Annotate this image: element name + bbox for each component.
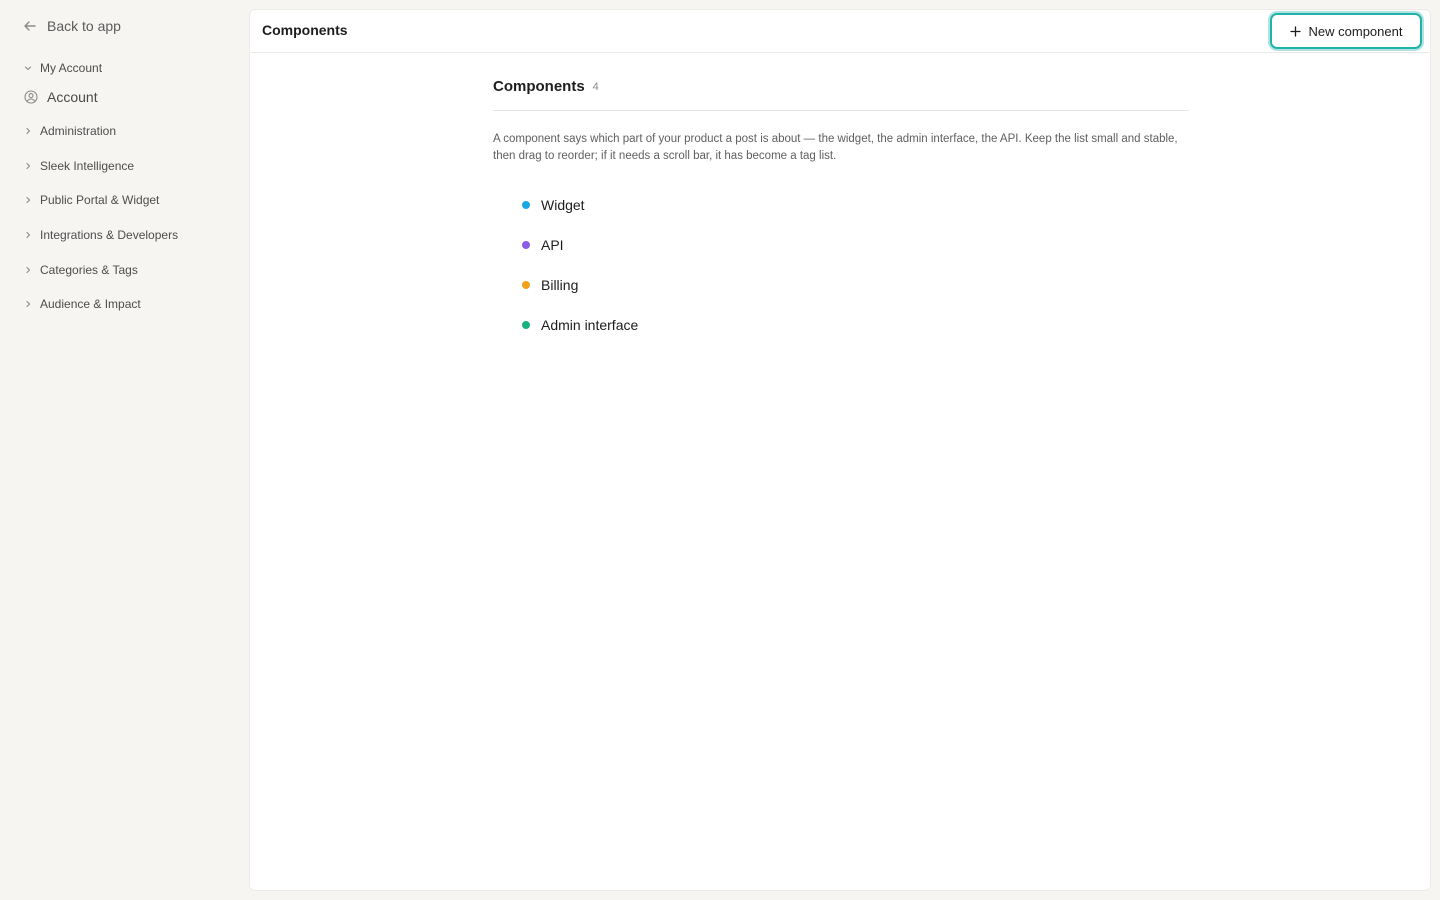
- page-title: Components: [262, 22, 348, 38]
- component-label: API: [541, 237, 564, 253]
- chevron-down-icon: [24, 64, 32, 72]
- back-to-app-label: Back to app: [47, 18, 121, 34]
- component-label: Billing: [541, 277, 579, 293]
- arrow-left-icon: [24, 21, 36, 31]
- back-to-app-link[interactable]: Back to app: [22, 15, 121, 37]
- sidebar-group-audience-impact[interactable]: Audience & Impact: [24, 294, 141, 314]
- chevron-right-icon: [24, 196, 32, 204]
- color-dot: [522, 201, 530, 209]
- sidebar-item-label: Account: [47, 89, 98, 105]
- sidebar-group-my-account[interactable]: My Account: [24, 58, 102, 78]
- new-component-button[interactable]: New component: [1270, 13, 1422, 49]
- sidebar-item-account[interactable]: Account: [24, 87, 98, 107]
- chevron-right-icon: [24, 231, 32, 239]
- sidebar-group-label: Integrations & Developers: [40, 228, 179, 242]
- component-count-badge: 4: [592, 81, 599, 93]
- section-description: A component says which part of your prod…: [493, 133, 1178, 162]
- color-dot: [522, 241, 530, 249]
- sidebar-group-label: Categories & Tags: [40, 263, 138, 277]
- panel-header: Components New component: [250, 10, 1430, 53]
- chevron-right-icon: [24, 266, 32, 274]
- sidebar-group-administration[interactable]: Administration: [24, 121, 116, 141]
- components-list: Widget API Billing Admin interface: [493, 185, 1189, 345]
- sidebar-group-label: Audience & Impact: [40, 297, 141, 311]
- component-label: Admin interface: [541, 317, 639, 333]
- sidebar-group-public-portal-widget[interactable]: Public Portal & Widget: [24, 190, 159, 210]
- section-title: Components: [493, 78, 585, 95]
- component-item-admin-interface[interactable]: Admin interface: [522, 305, 1189, 345]
- user-circle-icon: [24, 90, 38, 104]
- color-dot: [522, 321, 530, 329]
- plus-icon: [1289, 25, 1301, 37]
- new-component-label: New component: [1308, 23, 1403, 39]
- sidebar-group-label: Sleek Intelligence: [40, 159, 135, 173]
- chevron-right-icon: [24, 127, 32, 135]
- sidebar-group-label: My Account: [40, 61, 103, 75]
- sidebar-group-label: Public Portal & Widget: [40, 193, 160, 207]
- component-item-widget[interactable]: Widget: [522, 185, 1189, 225]
- section-header: Components 4: [493, 76, 1189, 111]
- sidebar-group-sleek-intelligence[interactable]: Sleek Intelligence: [24, 156, 134, 176]
- main-panel: Components New component Components 4 A …: [249, 9, 1431, 891]
- color-dot: [522, 281, 530, 289]
- sidebar: Back to app My Account Account Administr…: [0, 0, 248, 900]
- component-item-billing[interactable]: Billing: [522, 265, 1189, 305]
- component-item-api[interactable]: API: [522, 225, 1189, 265]
- chevron-right-icon: [24, 162, 32, 170]
- chevron-right-icon: [24, 300, 32, 308]
- sidebar-group-categories-tags[interactable]: Categories & Tags: [24, 260, 138, 280]
- components-section: Components 4 A component says which part…: [493, 76, 1189, 345]
- sidebar-group-integrations-developers[interactable]: Integrations & Developers: [24, 225, 178, 245]
- component-label: Widget: [541, 197, 585, 213]
- sidebar-group-label: Administration: [40, 124, 117, 138]
